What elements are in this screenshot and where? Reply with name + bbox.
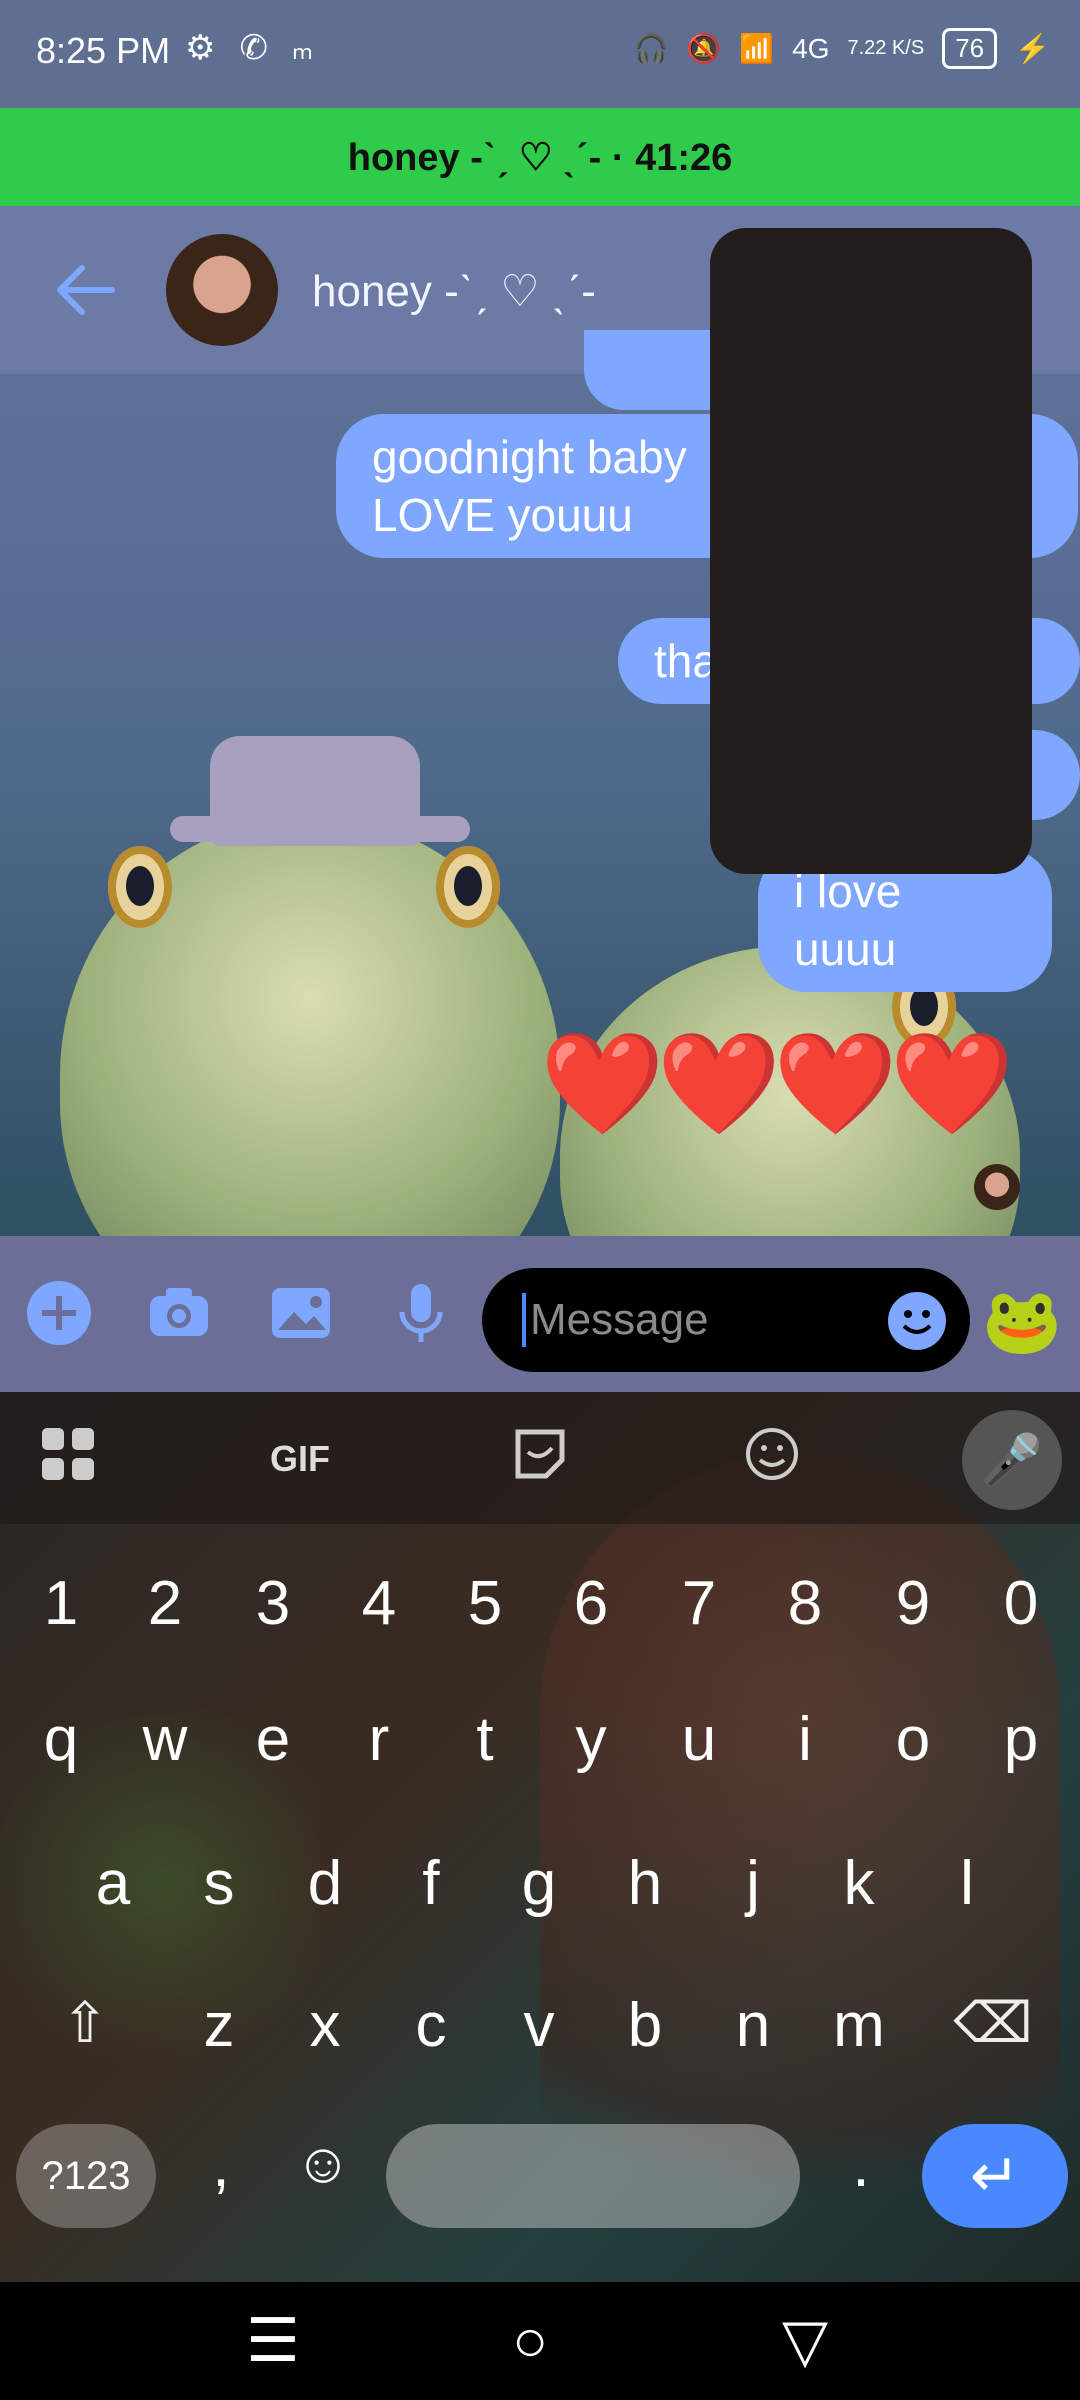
mute-icon: 🔕 <box>686 33 722 64</box>
contact-avatar[interactable] <box>166 234 278 346</box>
frog-icon[interactable]: 🐸 <box>982 1284 1062 1359</box>
backspace-icon[interactable]: ⌫ <box>948 1990 1038 2056</box>
gear-icon: ⚙ <box>185 29 216 67</box>
sticker-icon[interactable] <box>512 1426 568 1493</box>
key-o[interactable]: o <box>868 1704 958 1775</box>
key-u[interactable]: u <box>654 1704 744 1775</box>
message-placeholder: Message <box>522 1293 709 1347</box>
key-period[interactable]: . <box>816 2130 906 2201</box>
gif-button[interactable]: GIF <box>270 1438 330 1480</box>
status-bar: 8:25 PM ⚙ ✆ ₘ 🎧 🔕 📶 4G 7.22 K/S 76 ⚡ <box>0 0 1080 108</box>
menu-icon[interactable]: ☰ <box>246 2306 300 2376</box>
ongoing-call-banner[interactable]: honey -ˋˏ ♡ ˎˊ- · 41:26 <box>0 108 1080 206</box>
phone-icon: ✆ <box>239 29 268 67</box>
key-7[interactable]: 7 <box>654 1568 744 1639</box>
key-d[interactable]: d <box>280 1848 370 1919</box>
key-i[interactable]: i <box>760 1704 850 1775</box>
key-c[interactable]: c <box>386 1990 476 2061</box>
home-icon[interactable]: ○ <box>512 2306 548 2375</box>
key-1[interactable]: 1 <box>16 1568 106 1639</box>
key-z[interactable]: z <box>174 1990 264 2061</box>
wifi-icon: 📶 <box>739 33 775 64</box>
network-label: 4G <box>792 32 830 64</box>
key-6[interactable]: 6 <box>546 1568 636 1639</box>
status-icons-right: 🎧 🔕 📶 4G 7.22 K/S 76 ⚡ <box>633 28 1050 69</box>
key-3[interactable]: 3 <box>228 1568 318 1639</box>
gallery-icon[interactable] <box>266 1278 336 1348</box>
key-l[interactable]: l <box>922 1848 1012 1919</box>
microphone-icon[interactable] <box>386 1278 456 1348</box>
hearts-message[interactable]: ❤️❤️❤️❤️ <box>540 1026 1014 1143</box>
key-b[interactable]: b <box>600 1990 690 2061</box>
speed-label: 7.22 K/S <box>847 37 925 59</box>
screen: 8:25 PM ⚙ ✆ ₘ 🎧 🔕 📶 4G 7.22 K/S 76 ⚡ hon… <box>0 0 1080 2400</box>
space-bar[interactable] <box>386 2124 800 2228</box>
contact-name[interactable]: honey -ˋˏ ♡ ˎˊ- <box>312 266 596 317</box>
key-x[interactable]: x <box>280 1990 370 2061</box>
key-q[interactable]: q <box>16 1704 106 1775</box>
enter-icon[interactable]: ↵ <box>922 2124 1068 2228</box>
emoji-icon[interactable] <box>888 1292 946 1350</box>
call-banner-text: honey -ˋˏ ♡ ˎˊ- · 41:26 <box>347 136 733 179</box>
apps-icon[interactable] <box>40 1426 96 1493</box>
key-w[interactable]: w <box>120 1704 210 1775</box>
key-5[interactable]: 5 <box>440 1568 530 1639</box>
key-t[interactable]: t <box>440 1704 530 1775</box>
status-time: 8:25 PM <box>36 30 171 71</box>
key-e[interactable]: e <box>228 1704 318 1775</box>
m-icon: ₘ <box>291 29 314 67</box>
status-icons-left: ⚙ ✆ ₘ <box>185 28 313 68</box>
key-p[interactable]: p <box>976 1704 1066 1775</box>
key-s[interactable]: s <box>174 1848 264 1919</box>
key-0[interactable]: 0 <box>976 1568 1066 1639</box>
key-r[interactable]: r <box>334 1704 424 1775</box>
read-receipt-avatar <box>974 1164 1020 1210</box>
key-4[interactable]: 4 <box>334 1568 424 1639</box>
camera-icon[interactable] <box>144 1278 214 1348</box>
battery-level: 76 <box>942 28 998 69</box>
key-m[interactable]: m <box>814 1990 904 2061</box>
frog-eye <box>108 846 172 928</box>
back-arrow-icon[interactable] <box>52 262 116 318</box>
key-f[interactable]: f <box>386 1848 476 1919</box>
hat-brim <box>170 816 470 842</box>
emoji-icon[interactable] <box>744 1426 800 1493</box>
add-icon[interactable] <box>24 1278 94 1348</box>
key-j[interactable]: j <box>708 1848 798 1919</box>
emoji-key-icon[interactable]: ☺ <box>278 2130 368 2195</box>
key-v[interactable]: v <box>494 1990 584 2061</box>
charging-icon: ⚡ <box>1015 33 1050 64</box>
key-a[interactable]: a <box>68 1848 158 1919</box>
key-comma[interactable]: , <box>176 2130 266 2201</box>
key-g[interactable]: g <box>494 1848 584 1919</box>
symbols-key[interactable]: ?123 <box>16 2124 156 2228</box>
key-h[interactable]: h <box>600 1848 690 1919</box>
frog-eye <box>436 846 500 928</box>
key-y[interactable]: y <box>546 1704 636 1775</box>
redacted-overlay <box>710 228 1032 874</box>
key-k[interactable]: k <box>814 1848 904 1919</box>
back-nav-icon[interactable]: ▽ <box>782 2306 828 2376</box>
key-8[interactable]: 8 <box>760 1568 850 1639</box>
headphones-icon: 🎧 <box>633 33 669 64</box>
voice-input-icon[interactable]: 🎤 <box>962 1410 1062 1510</box>
key-9[interactable]: 9 <box>868 1568 958 1639</box>
key-n[interactable]: n <box>708 1990 798 2061</box>
shift-icon[interactable]: ⇧ <box>40 1990 130 2056</box>
key-2[interactable]: 2 <box>120 1568 210 1639</box>
